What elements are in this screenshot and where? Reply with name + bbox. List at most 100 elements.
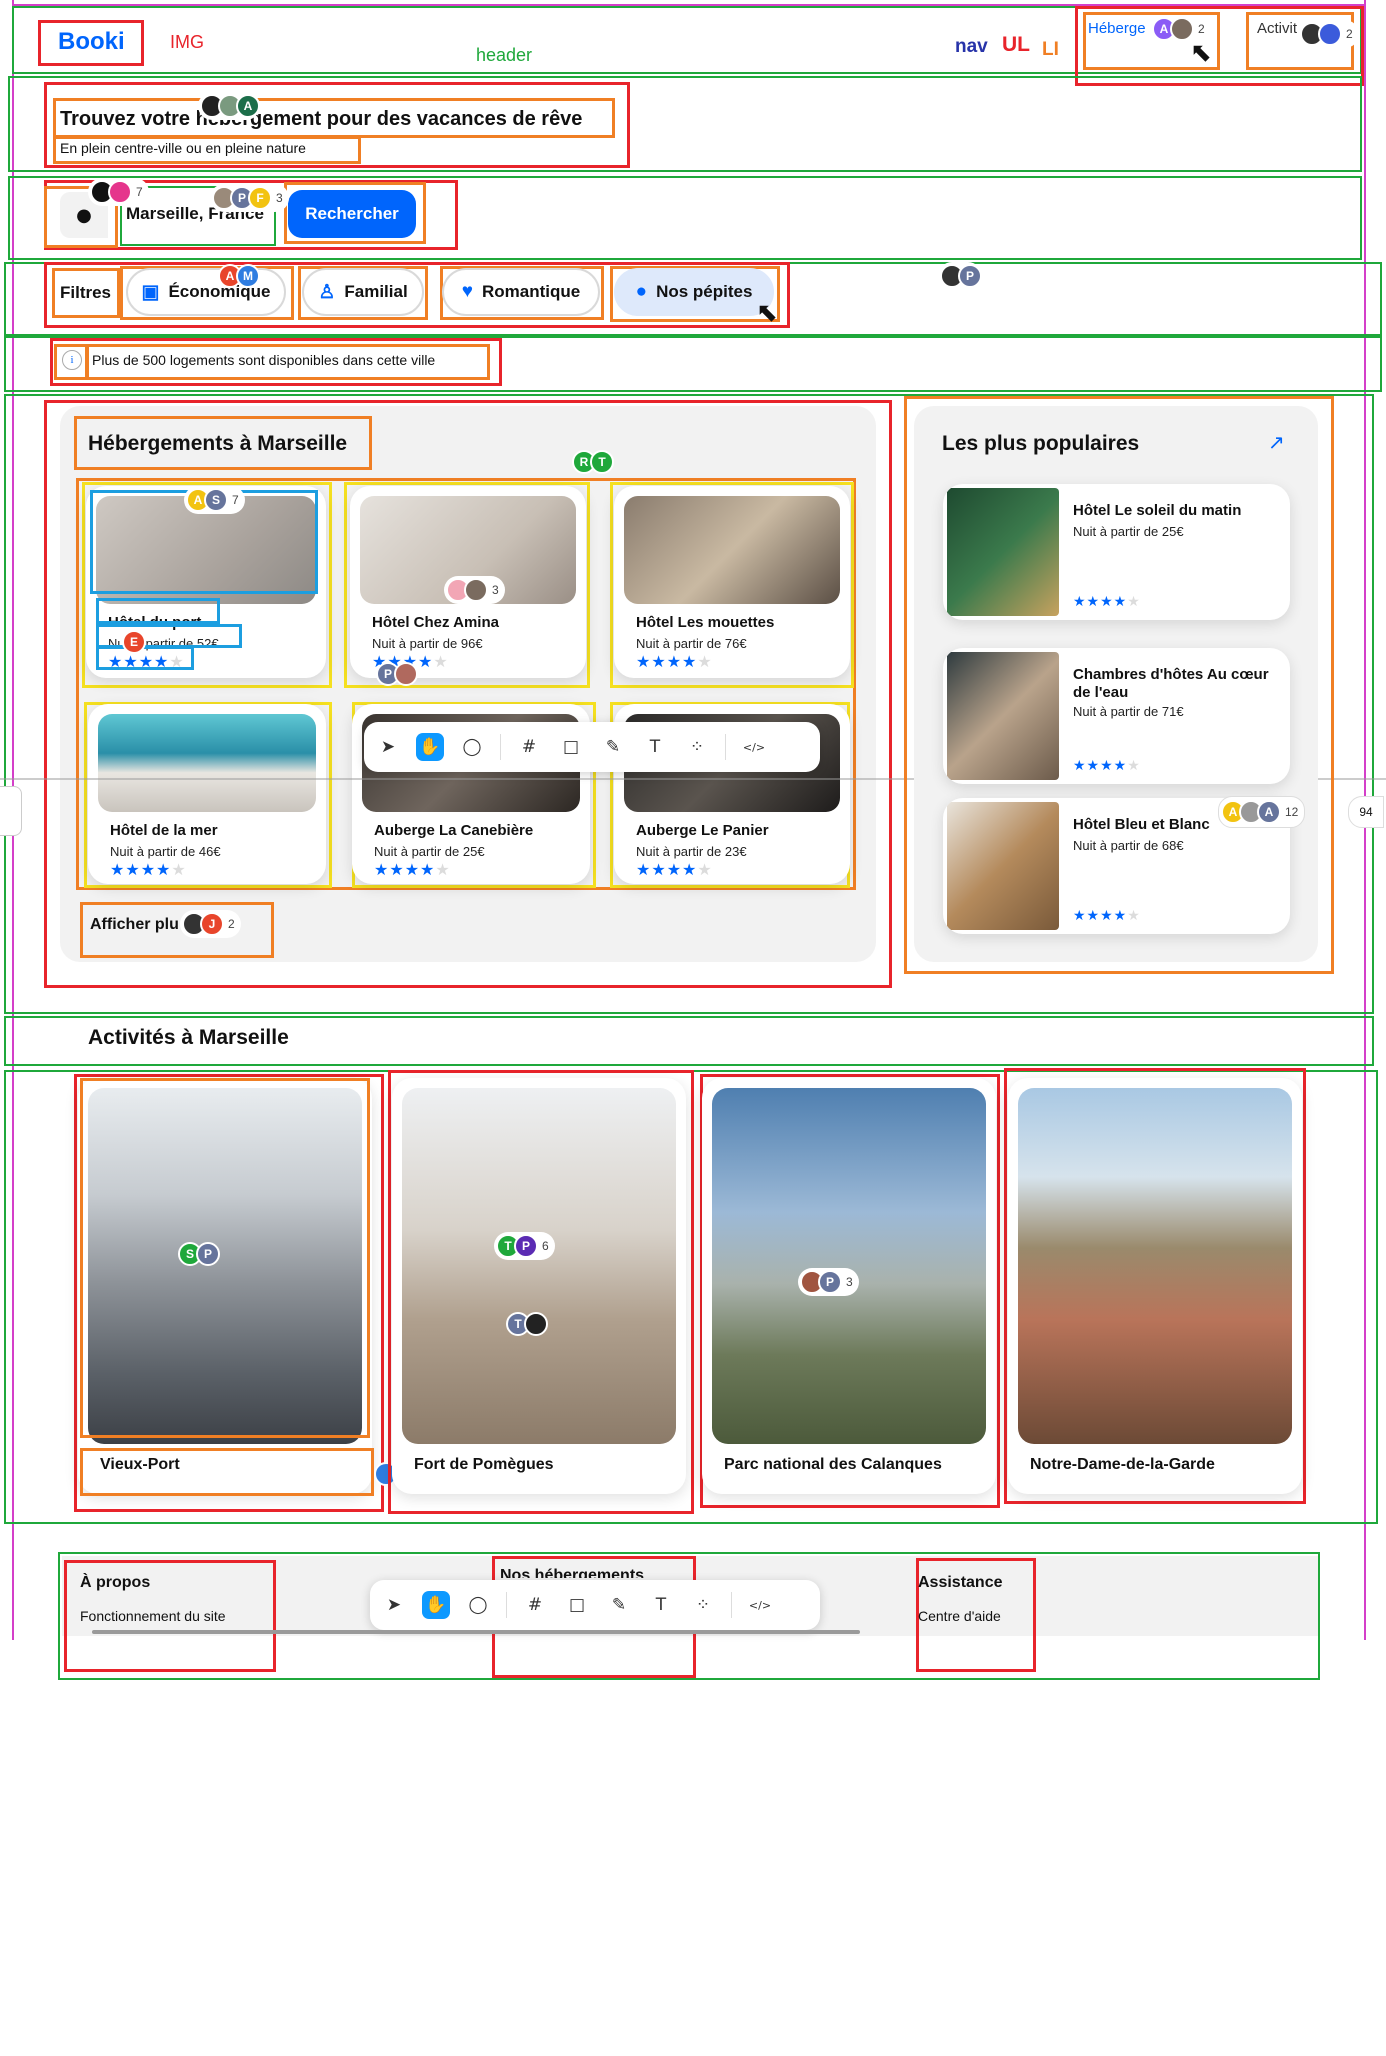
- presence-listings-top: R T: [570, 448, 614, 476]
- activity-photo: [1018, 1088, 1292, 1444]
- popular-title: Les plus populaires: [942, 432, 1140, 455]
- popular-card[interactable]: Chambres d'hôtes Au cœur de l'eau Nuit à…: [943, 648, 1290, 784]
- toolbar-divider: [731, 1592, 732, 1618]
- listings-title: Hébergements à Marseille: [88, 432, 348, 455]
- hotel-price: Nuit à partir de 25€: [374, 844, 485, 859]
- dev-label-ul: UL: [1002, 33, 1030, 56]
- design-toolbar: ➤ ✋ ◯ # □ ✎ T ⁘ </>: [364, 722, 820, 772]
- activity-card[interactable]: Fort de Pomègues: [392, 1078, 686, 1494]
- presence-count: 3: [276, 191, 283, 205]
- text-tool-icon[interactable]: T: [647, 1591, 675, 1619]
- toolbar-divider: [725, 734, 726, 760]
- horizontal-scrollbar[interactable]: [92, 1630, 860, 1634]
- filter-familial[interactable]: ♙ Familial: [302, 268, 424, 316]
- activity-card[interactable]: Notre-Dame-de-la-Garde: [1008, 1078, 1302, 1494]
- filter-nos-pepites[interactable]: ● Nos pépites: [614, 268, 774, 316]
- text-tool-icon[interactable]: T: [641, 733, 669, 761]
- footer-col-2-title: Nos hébergements: [500, 1568, 645, 1578]
- presence-card-2: 3: [444, 576, 505, 604]
- presence-activity-2: T P 6: [494, 1232, 555, 1260]
- avatar: A: [236, 94, 260, 118]
- hotel-rating: ★★★★★: [374, 860, 451, 879]
- presence-search-1: 7: [88, 178, 149, 206]
- activity-name: Parc national des Calanques: [724, 1456, 942, 1473]
- frame-tool-icon[interactable]: #: [521, 1591, 549, 1619]
- hero-subtitle: En plein centre-ville ou en pleine natur…: [60, 140, 306, 156]
- nav-link-activites[interactable]: Activit: [1257, 20, 1297, 37]
- avatar: [1318, 22, 1342, 46]
- filters-label: Filtres: [60, 283, 112, 302]
- cursor-icon: ⬉: [1190, 38, 1212, 68]
- cursor-icon: ⬉: [756, 298, 778, 328]
- avatar: A: [1257, 800, 1281, 824]
- avatar: E: [122, 630, 146, 654]
- hotel-card[interactable]: Hôtel Les mouettes Nuit à partir de 76€ …: [614, 486, 850, 678]
- popular-photo: [947, 802, 1059, 930]
- hotel-rating-outline: [96, 646, 194, 670]
- avatar: F: [248, 186, 272, 210]
- footer-col-1-title: À propos: [80, 1574, 151, 1591]
- presence-popular-extra: 94: [1348, 796, 1384, 828]
- dev-label-nav: nav: [955, 36, 988, 57]
- move-tool-icon[interactable]: ➤: [380, 1591, 408, 1619]
- hero-title: Trouvez votre hébergement pour des vacan…: [60, 108, 583, 130]
- nav-link-hebergements[interactable]: Héberge: [1088, 20, 1146, 37]
- frame-tool-icon[interactable]: #: [515, 733, 543, 761]
- avatar: M: [236, 264, 260, 288]
- presence-count: 3: [492, 583, 499, 597]
- hotel-name: Hôtel Les mouettes: [636, 614, 775, 631]
- popular-card[interactable]: Hôtel Le soleil du matin Nuit à partir d…: [943, 484, 1290, 620]
- avatar: P: [958, 264, 982, 288]
- hotel-photo: [624, 496, 840, 604]
- activity-photo: [402, 1088, 676, 1444]
- popular-name: Chambres d'hôtes Au cœur de l'eau: [1073, 666, 1269, 701]
- logo[interactable]: Booki: [58, 28, 125, 56]
- hotel-card[interactable]: Hôtel de la mer Nuit à partir de 46€ ★★★…: [88, 704, 326, 884]
- activities-title: Activités à Marseille: [88, 1026, 289, 1049]
- filter-economique[interactable]: ▣ Économique: [126, 268, 286, 316]
- hand-tool-icon[interactable]: ✋: [416, 733, 444, 761]
- components-tool-icon[interactable]: ⁘: [689, 1591, 717, 1619]
- dev-mode-icon[interactable]: </>: [740, 733, 768, 761]
- popular-rating: ★★★★★: [1073, 758, 1141, 774]
- dev-mode-icon[interactable]: </>: [746, 1591, 774, 1619]
- popular-price: Nuit à partir de 68€: [1073, 838, 1184, 853]
- hotel-price: Nuit à partir de 46€: [110, 844, 221, 859]
- pen-tool-icon[interactable]: ✎: [599, 733, 627, 761]
- trend-chart-icon: ↗: [1268, 430, 1285, 454]
- comment-tool-icon[interactable]: ◯: [458, 733, 486, 761]
- show-more-button[interactable]: Afficher plu: [90, 916, 179, 934]
- avatar: P: [514, 1234, 538, 1258]
- presence-nav-2: 2: [1298, 20, 1359, 48]
- popular-price: Nuit à partir de 25€: [1073, 524, 1184, 539]
- filter-label: Nos pépites: [656, 282, 753, 301]
- shape-tool-icon[interactable]: □: [557, 733, 585, 761]
- components-tool-icon[interactable]: ⁘: [683, 733, 711, 761]
- avatar: [108, 180, 132, 204]
- activity-name: Fort de Pomègues: [414, 1456, 554, 1473]
- pen-tool-icon[interactable]: ✎: [605, 1591, 633, 1619]
- comment-tool-icon[interactable]: ◯: [464, 1591, 492, 1619]
- avatar: [464, 578, 488, 602]
- hotel-price-outline: [96, 624, 242, 648]
- presence-card-1-price: E: [120, 628, 146, 656]
- avatar: [524, 1312, 548, 1336]
- hand-tool-icon[interactable]: ✋: [422, 1591, 450, 1619]
- info-text: Plus de 500 logements sont disponibles d…: [92, 352, 436, 368]
- presence-filters-econ: A M: [216, 262, 260, 290]
- presence-activity-3: P 3: [798, 1268, 859, 1296]
- popular-photo: [947, 652, 1059, 780]
- presence-popular: A A 12: [1218, 796, 1306, 828]
- hotel-price: Nuit à partir de 96€: [372, 636, 483, 651]
- presence-count: 7: [232, 493, 239, 507]
- footer-col-3-title: Assistance: [918, 1574, 1003, 1591]
- footer-col-3-link[interactable]: Centre d'aide: [918, 1608, 1001, 1624]
- search-button[interactable]: Rechercher: [288, 190, 416, 238]
- shape-tool-icon[interactable]: □: [563, 1591, 591, 1619]
- filter-romantique[interactable]: ♥ Romantique: [442, 268, 600, 316]
- footer-col-1-link[interactable]: Fonctionnement du site: [80, 1608, 226, 1624]
- move-tool-icon[interactable]: ➤: [374, 733, 402, 761]
- presence-card-2-bottom: P: [374, 660, 418, 688]
- presence-count: 12: [1285, 805, 1299, 819]
- activity-1-photo-outline: [80, 1078, 370, 1438]
